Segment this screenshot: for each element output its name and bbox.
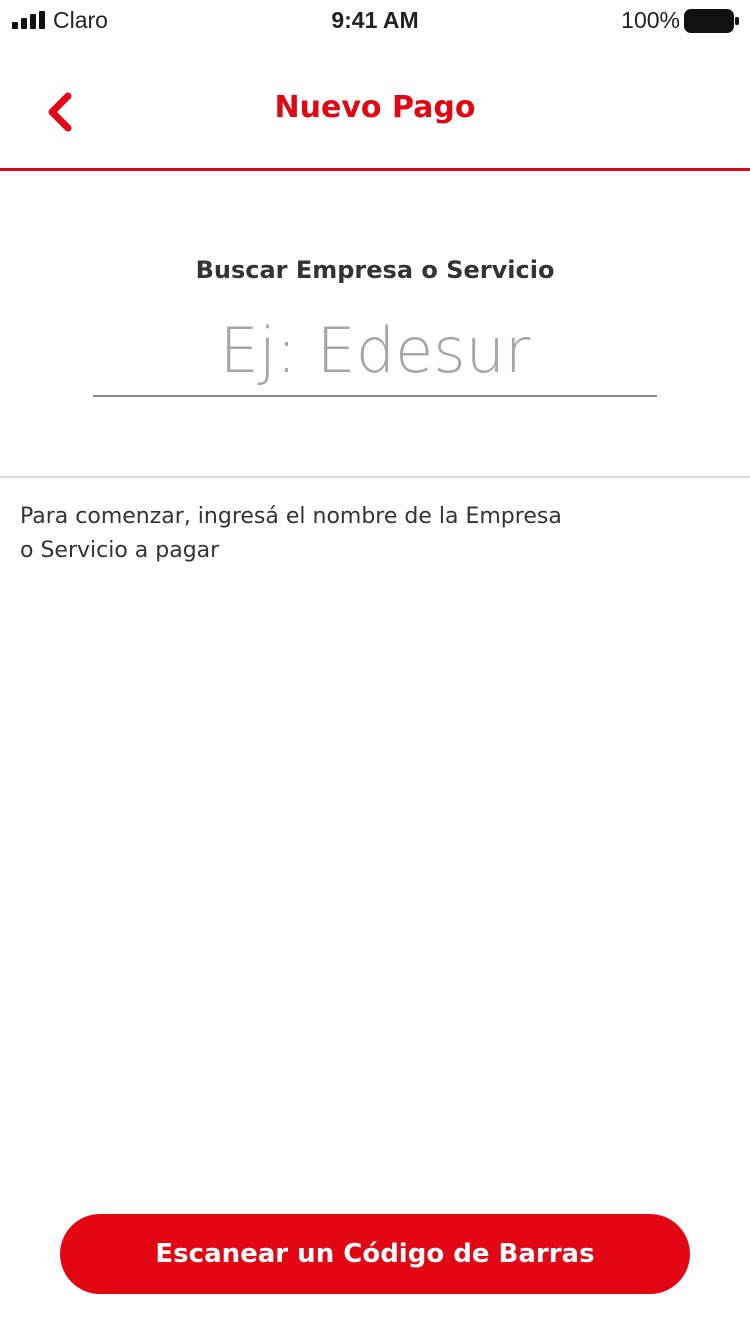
scan-barcode-button[interactable]: Escanear un Código de Barras [60, 1214, 690, 1294]
divider [0, 476, 750, 478]
status-bar: Claro 9:41 AM 100% [0, 0, 750, 40]
search-input[interactable] [93, 305, 657, 397]
instructions-line-2: o Servicio a pagar [20, 538, 220, 563]
instructions-text: Para comenzar, ingresá el nombre de la E… [20, 500, 600, 568]
instructions-line-1: Para comenzar, ingresá el nombre de la E… [20, 504, 562, 529]
search-label: Buscar Empresa o Servicio [195, 256, 555, 284]
page-title: Nuevo Pago [274, 90, 476, 125]
navigation-bar: Nuevo Pago [0, 40, 750, 171]
battery-percentage: 100% [621, 7, 680, 33]
battery-icon [684, 9, 739, 33]
